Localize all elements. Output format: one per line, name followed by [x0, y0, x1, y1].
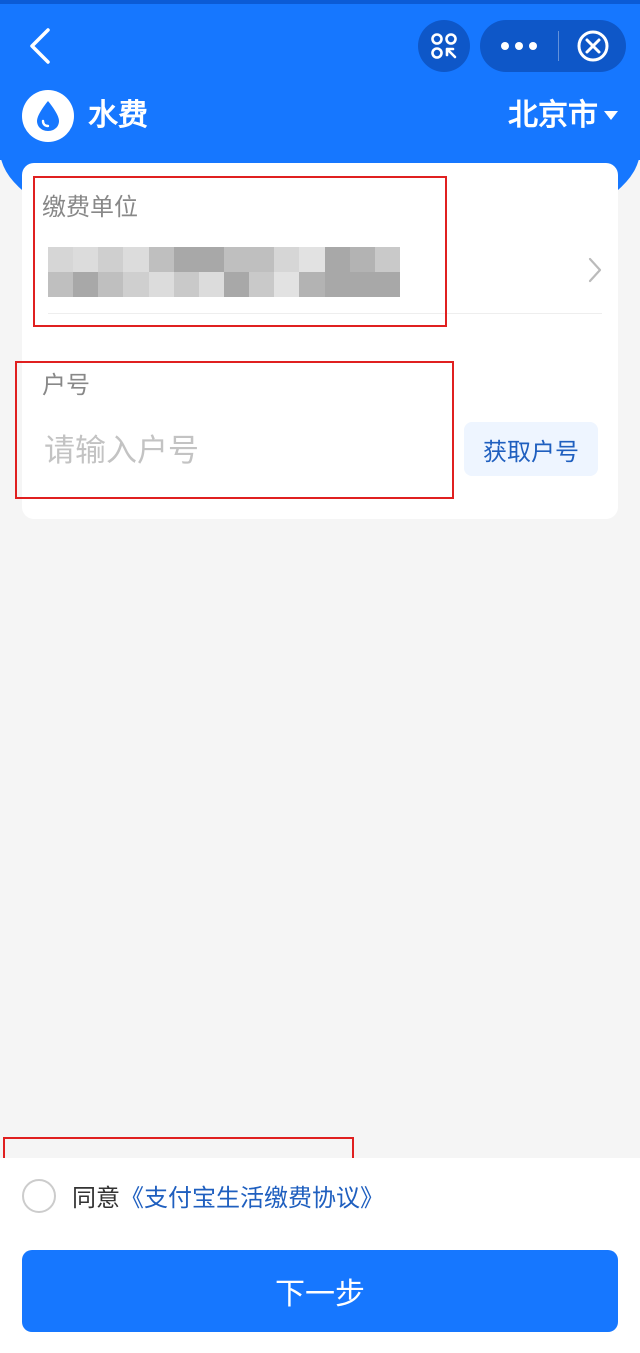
field-divider: [48, 313, 602, 314]
get-account-button[interactable]: 获取户号: [464, 422, 598, 476]
mini-program-capsule: [480, 20, 626, 72]
bottom-action-area: 同意 《支付宝生活缴费协议》 下一步: [0, 1158, 640, 1353]
close-button[interactable]: [559, 20, 626, 72]
water-logo: [22, 90, 74, 142]
account-input[interactable]: [42, 425, 446, 477]
close-circle-icon: [577, 30, 608, 62]
agreement-link[interactable]: 《支付宝生活缴费协议》: [120, 1178, 384, 1213]
caret-down-icon: [604, 111, 618, 120]
unit-value-redacted[interactable]: [48, 247, 400, 297]
account-label: 户号: [42, 371, 90, 399]
unit-label: 缴费单位: [42, 193, 138, 221]
agree-prefix: 同意: [72, 1184, 120, 1212]
chevron-right-icon: [588, 257, 602, 283]
more-icon: [501, 42, 537, 50]
more-button[interactable]: [480, 20, 558, 72]
payment-form-card: 缴费单位 户号 获取户号: [22, 163, 618, 519]
agree-radio[interactable]: [22, 1178, 56, 1213]
water-drop-icon: [37, 101, 59, 131]
city-label: 北京市: [508, 98, 598, 133]
agreement-row: 同意 《支付宝生活缴费协议》: [22, 1178, 384, 1213]
scan-button[interactable]: [418, 20, 470, 72]
back-button[interactable]: [24, 26, 60, 66]
page-title: 水费: [88, 98, 148, 133]
unit-select-button[interactable]: [588, 257, 602, 287]
scan-icon: [431, 33, 457, 59]
chevron-left-icon: [30, 28, 50, 64]
city-selector[interactable]: 北京市: [508, 96, 618, 136]
next-step-button[interactable]: 下一步: [22, 1250, 618, 1332]
top-edge: [0, 0, 640, 4]
